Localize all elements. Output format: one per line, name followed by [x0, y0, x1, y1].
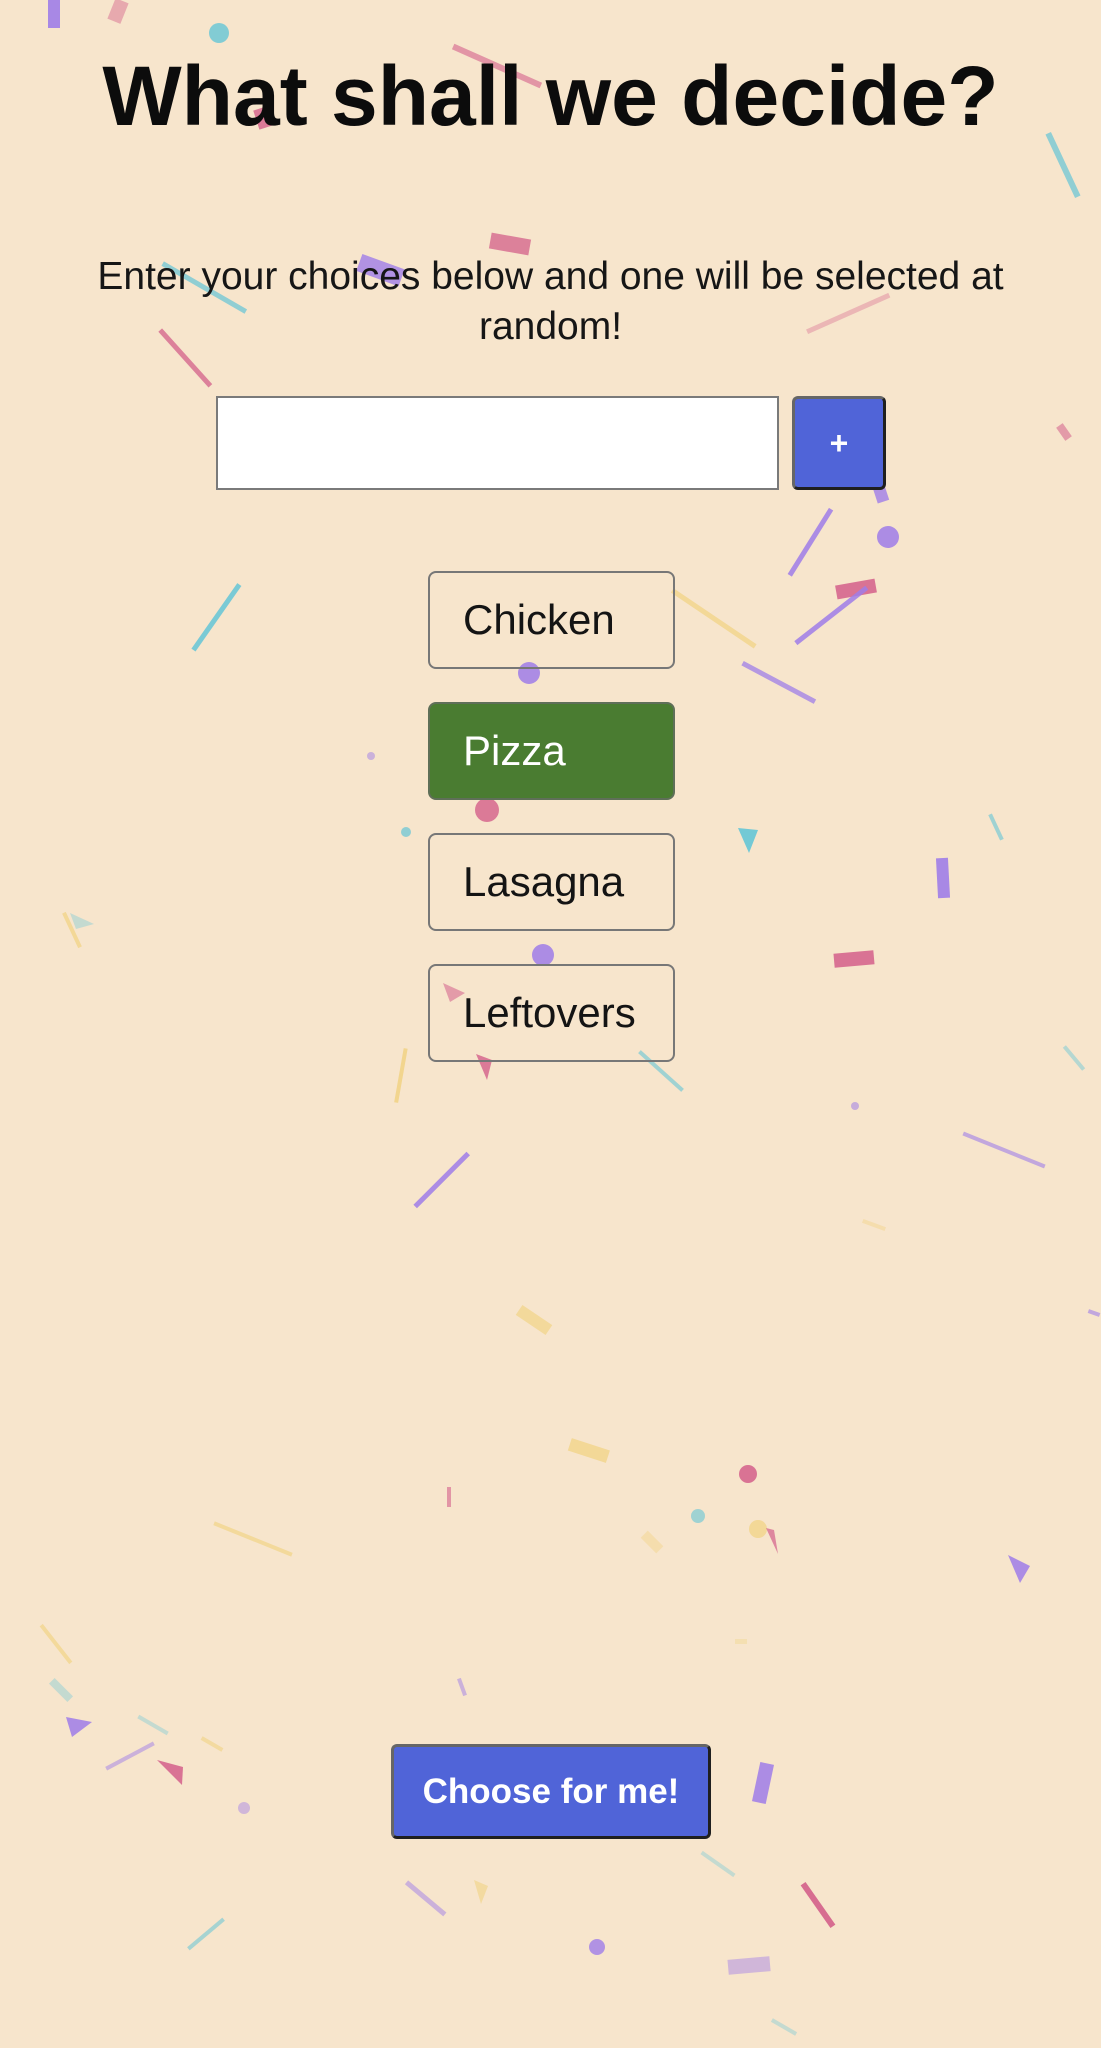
choice-item-lasagna[interactable]: Lasagna	[428, 833, 675, 931]
page-title: What shall we decide?	[102, 49, 999, 143]
instruction-text: Enter your choices below and one will be…	[97, 255, 1004, 348]
choice-item-chicken[interactable]: Chicken	[428, 571, 675, 669]
choice-list: Chicken Pizza Lasagna Leftovers	[428, 571, 676, 1095]
add-choice-button[interactable]: +	[792, 396, 886, 490]
choose-for-me-button[interactable]: Choose for me!	[391, 1744, 711, 1839]
decision-app: What shall we decide? Enter your choices…	[0, 0, 1101, 2048]
choice-item-leftovers[interactable]: Leftovers	[428, 964, 675, 1062]
choice-input[interactable]	[216, 396, 779, 490]
choice-item-pizza[interactable]: Pizza	[428, 702, 675, 800]
